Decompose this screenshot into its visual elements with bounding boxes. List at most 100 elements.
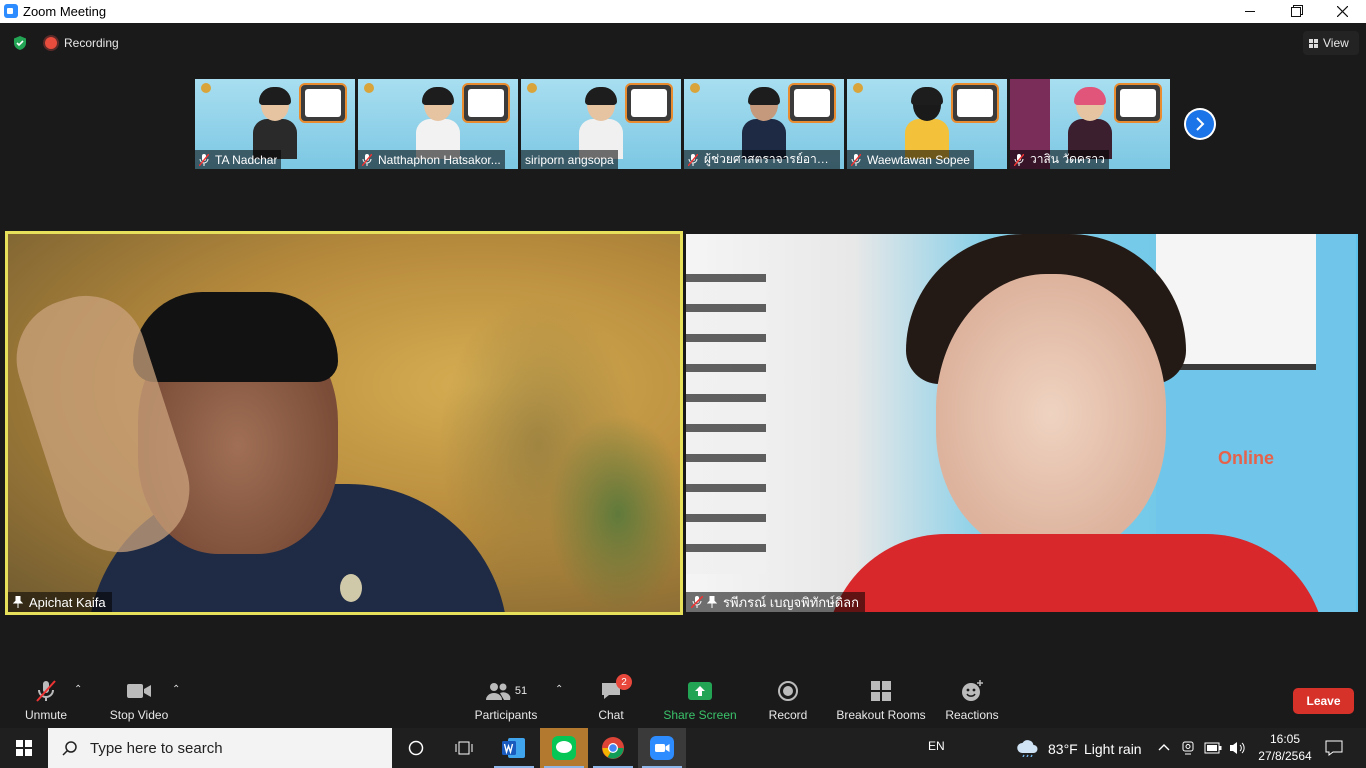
close-button[interactable] xyxy=(1319,0,1365,23)
logo-icon xyxy=(364,83,374,93)
chat-label: Chat xyxy=(598,708,624,722)
participants-count: 51 xyxy=(514,685,528,697)
cortana-button[interactable] xyxy=(392,728,440,768)
weather-description[interactable]: Light rain xyxy=(1084,741,1142,757)
smiley-plus-icon xyxy=(962,680,983,701)
start-button[interactable] xyxy=(0,728,48,768)
logo-icon xyxy=(201,83,211,93)
logo-icon xyxy=(690,83,700,93)
view-button[interactable]: View xyxy=(1303,31,1359,55)
participant-video xyxy=(416,87,460,159)
restore-icon xyxy=(1291,6,1301,17)
encryption-shield-icon[interactable] xyxy=(12,35,28,51)
participant-name: ผู้ช่วยศาสตราจารย์อานน... xyxy=(704,152,836,166)
window-titlebar: Zoom Meeting xyxy=(0,0,1366,23)
video-camera-icon xyxy=(127,684,151,698)
participant-thumbnail[interactable]: วาสิน วัดคราว xyxy=(1010,79,1170,169)
weather-temperature[interactable]: 83°F xyxy=(1048,741,1078,757)
participant-thumbnail[interactable]: Waewtawan Sopee xyxy=(847,79,1007,169)
chevron-right-icon xyxy=(1196,117,1205,131)
cortana-circle-icon xyxy=(408,740,424,756)
restore-button[interactable] xyxy=(1273,0,1319,23)
view-grid-icon xyxy=(1309,38,1318,48)
taskbar-line-app[interactable] xyxy=(540,728,588,768)
taskbar-search-box[interactable]: Type here to search xyxy=(48,728,392,768)
participant-name-bar: Waewtawan Sopee xyxy=(847,150,974,169)
search-placeholder: Type here to search xyxy=(90,739,223,757)
task-view-button[interactable] xyxy=(440,728,488,768)
participant-video xyxy=(742,87,786,159)
reactions-button[interactable]: Reactions xyxy=(944,678,1000,722)
share-screen-button[interactable]: Share Screen xyxy=(663,678,737,722)
participant-name-bar: siriporn angsopa xyxy=(521,150,618,169)
participant-name-bar: วาสิน วัดคราว xyxy=(1010,150,1109,169)
video-name: Apichat Kaifa xyxy=(29,594,106,610)
window-title: Zoom Meeting xyxy=(23,4,107,19)
participant-name: siriporn angsopa xyxy=(525,152,614,167)
logo-icon xyxy=(853,83,863,93)
reactions-label: Reactions xyxy=(945,708,999,722)
audio-options-caret-icon[interactable]: ⌃ xyxy=(74,684,82,695)
participant-thumbnail[interactable]: Natthaphon Hatsakor... xyxy=(358,79,518,169)
search-icon xyxy=(62,741,77,756)
share-screen-icon xyxy=(688,682,712,700)
leave-button[interactable]: Leave xyxy=(1293,688,1354,714)
taskbar-chrome-app[interactable] xyxy=(589,728,637,768)
participant-video xyxy=(905,87,949,159)
participants-options-caret-icon[interactable]: ⌃ xyxy=(555,684,563,695)
participant-video xyxy=(579,87,623,159)
weather-cloud-icon xyxy=(1017,740,1038,757)
participant-thumbnail[interactable]: siriporn angsopa xyxy=(521,79,681,169)
taskbar-word-app[interactable] xyxy=(490,728,538,768)
view-label: View xyxy=(1323,36,1349,50)
chevron-up-icon[interactable] xyxy=(1158,742,1170,752)
clock-date[interactable]: 27/8/2564 xyxy=(1254,749,1316,763)
minimize-icon xyxy=(1245,11,1255,12)
minimize-button[interactable] xyxy=(1227,0,1273,23)
participant-video-tile[interactable]: Online รพีภรณ์ เบญจพิทักษ์ดิลก xyxy=(686,234,1358,612)
speaker-video-tile[interactable]: Apichat Kaifa xyxy=(5,231,683,615)
participant-name: Waewtawan Sopee xyxy=(867,152,970,167)
volume-icon[interactable] xyxy=(1228,740,1246,756)
video-options-caret-icon[interactable]: ⌃ xyxy=(172,684,180,695)
chat-unread-badge: 2 xyxy=(616,674,632,690)
participant-thumbnail[interactable]: ผู้ช่วยศาสตราจารย์อานน... xyxy=(684,79,844,169)
chat-button[interactable]: 2 Chat xyxy=(597,674,632,722)
chrome-icon xyxy=(602,737,624,759)
stop-video-label: Stop Video xyxy=(109,708,169,722)
line-icon xyxy=(552,736,576,760)
participants-button[interactable]: 51 Participants xyxy=(475,678,537,722)
video-name-bar: Apichat Kaifa xyxy=(8,592,112,612)
language-indicator[interactable]: EN xyxy=(928,739,945,753)
windows-taskbar: Type here to search EN 83°F Light rain 1… xyxy=(0,728,1366,768)
muted-mic-icon xyxy=(1014,153,1024,166)
recording-indicator-icon[interactable] xyxy=(45,37,57,49)
participant-name-bar: ผู้ช่วยศาสตราจารย์อานน... xyxy=(684,150,840,169)
participants-icon xyxy=(485,683,511,700)
taskbar-zoom-app[interactable] xyxy=(638,728,686,768)
participant-thumbnail[interactable]: TA Nadchar xyxy=(195,79,355,169)
muted-mic-icon xyxy=(851,153,861,166)
unmute-button[interactable]: Unmute xyxy=(24,678,68,722)
next-page-button[interactable] xyxy=(1184,108,1216,140)
breakout-rooms-label: Breakout Rooms xyxy=(836,708,926,722)
record-button[interactable]: Record xyxy=(768,678,808,722)
video-name: รพีภรณ์ เบญจพิทักษ์ดิลก xyxy=(723,594,860,610)
spotlight-pin-icon xyxy=(13,596,23,608)
recording-label[interactable]: Recording xyxy=(64,36,119,50)
participant-name-bar: Natthaphon Hatsakor... xyxy=(358,150,505,169)
stop-video-button[interactable]: Stop Video xyxy=(109,678,169,722)
clock-time[interactable]: 16:05 xyxy=(1265,732,1305,746)
record-icon xyxy=(778,681,798,701)
participant-video xyxy=(253,87,297,159)
camera-tray-icon[interactable] xyxy=(1181,740,1195,756)
background-online-text: Online xyxy=(1218,448,1275,468)
breakout-rooms-button[interactable]: Breakout Rooms xyxy=(836,678,926,722)
battery-icon[interactable] xyxy=(1204,742,1222,754)
notifications-icon[interactable] xyxy=(1325,740,1343,756)
zoom-icon xyxy=(650,736,674,760)
video-name-bar: รพีภรณ์ เบญจพิทักษ์ดิลก xyxy=(686,592,866,612)
muted-mic-icon xyxy=(199,153,209,166)
word-icon xyxy=(502,738,525,758)
muted-mic-icon xyxy=(362,153,372,166)
